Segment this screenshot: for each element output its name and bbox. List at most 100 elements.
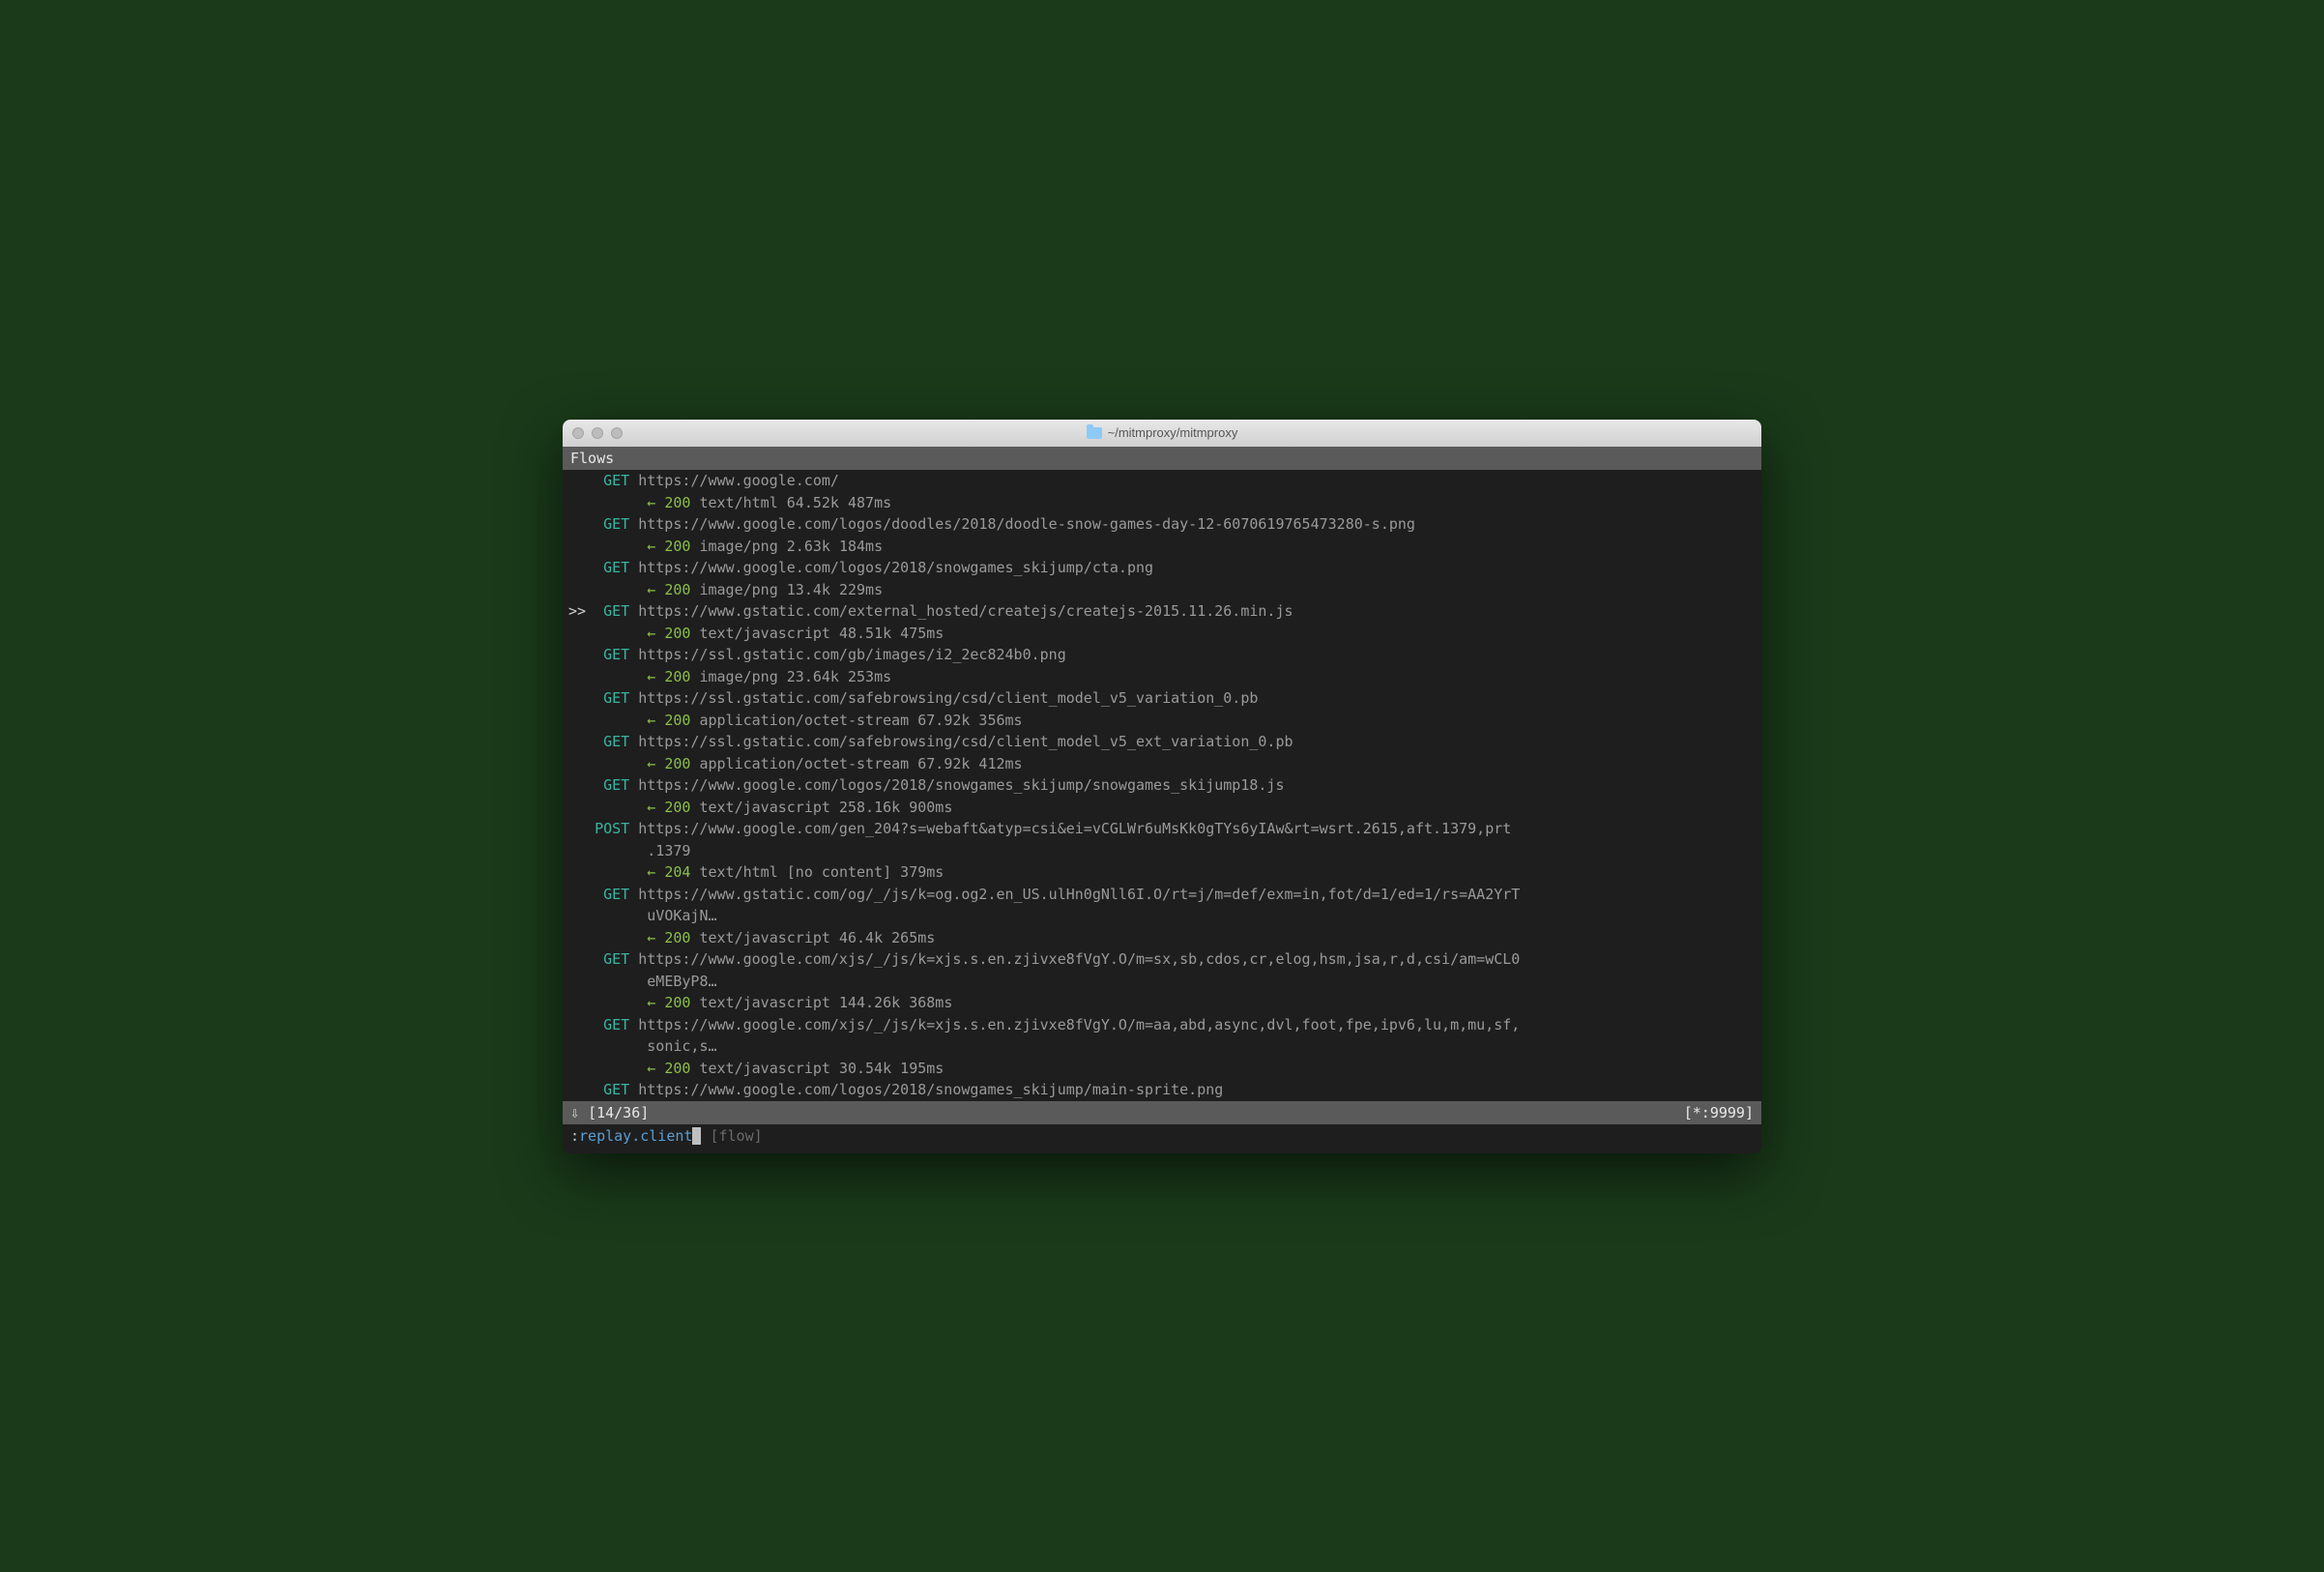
command-hint: [flow] <box>710 1125 762 1148</box>
flow-row[interactable]: GEThttps://www.gstatic.com/og/_/js/k=og.… <box>563 884 1761 949</box>
response-meta: image/png 13.4k 229ms <box>690 581 883 598</box>
http-method: GET <box>595 600 638 623</box>
request-url: https://www.google.com/ <box>638 470 1756 492</box>
scroll-down-icon: ⇩ <box>570 1102 579 1124</box>
flow-row[interactable]: GEThttps://www.google.com/logos/2018/sno… <box>563 1079 1761 1101</box>
response-status: 200 <box>664 712 690 729</box>
response-line: ← 204 text/html [no content] 379ms <box>568 861 1756 884</box>
response-line: ← 200 application/octet-stream 67.92k 35… <box>568 710 1756 732</box>
response-arrow-icon: ← <box>647 863 664 881</box>
response-status: 200 <box>664 625 690 642</box>
request-line: GEThttps://ssl.gstatic.com/safebrowsing/… <box>568 731 1756 753</box>
http-method: GET <box>595 774 638 797</box>
response-arrow-icon: ← <box>647 712 664 729</box>
http-method: GET <box>595 470 638 492</box>
response-arrow-icon: ← <box>647 929 664 946</box>
http-method: GET <box>595 884 638 906</box>
request-url-continuation: uVOKajN… <box>568 905 1756 927</box>
http-method: GET <box>595 513 638 536</box>
response-meta: application/octet-stream 67.92k 356ms <box>690 712 1022 729</box>
response-line: ← 200 application/octet-stream 67.92k 41… <box>568 753 1756 775</box>
response-meta: application/octet-stream 67.92k 412ms <box>690 755 1022 772</box>
response-line: ← 200 text/javascript 30.54k 195ms <box>568 1058 1756 1080</box>
response-status: 200 <box>664 994 690 1011</box>
response-arrow-icon: ← <box>647 994 664 1011</box>
title-path: ~/mitmproxy/mitmproxy <box>1108 425 1238 440</box>
response-meta: text/html [no content] 379ms <box>690 863 944 881</box>
response-status: 200 <box>664 581 690 598</box>
request-url: https://ssl.gstatic.com/gb/images/i2_2ec… <box>638 644 1756 666</box>
flow-row[interactable]: GEThttps://www.google.com/ ← 200 text/htm… <box>563 470 1761 513</box>
folder-icon <box>1087 427 1102 439</box>
flows-header: Flows <box>563 447 1761 471</box>
status-bar: ⇩ [14/36] [*:9999] <box>563 1101 1761 1125</box>
flow-row[interactable]: GEThttps://www.google.com/logos/doodles/… <box>563 513 1761 557</box>
request-line: POSThttps://www.google.com/gen_204?s=web… <box>568 818 1756 840</box>
http-method: GET <box>595 731 638 753</box>
response-arrow-icon: ← <box>647 668 664 685</box>
flow-row[interactable]: GEThttps://www.google.com/logos/2018/sno… <box>563 774 1761 818</box>
request-line: GEThttps://www.google.com/logos/2018/sno… <box>568 557 1756 579</box>
request-line: GEThttps://www.gstatic.com/og/_/js/k=og.… <box>568 884 1756 906</box>
response-line: ← 200 text/javascript 48.51k 475ms <box>568 623 1756 645</box>
response-line: ← 200 text/javascript 258.16k 900ms <box>568 797 1756 819</box>
response-arrow-icon: ← <box>647 755 664 772</box>
request-url-continuation: .1379 <box>568 840 1756 862</box>
flow-row[interactable]: GEThttps://www.google.com/xjs/_/js/k=xjs… <box>563 948 1761 1014</box>
response-arrow-icon: ← <box>647 799 664 816</box>
response-status: 200 <box>664 494 690 511</box>
http-method: GET <box>595 1014 638 1036</box>
response-meta: text/html 64.52k 487ms <box>690 494 891 511</box>
request-line: GEThttps://www.google.com/logos/doodles/… <box>568 513 1756 536</box>
request-line: GEThttps://www.google.com/xjs/_/js/k=xjs… <box>568 948 1756 971</box>
minimize-icon[interactable] <box>592 427 603 439</box>
close-icon[interactable] <box>572 427 584 439</box>
cursor-icon <box>692 1127 701 1145</box>
response-meta: image/png 2.63k 184ms <box>690 538 883 555</box>
response-arrow-icon: ← <box>647 494 664 511</box>
request-url: https://www.gstatic.com/og/_/js/k=og.og2… <box>638 884 1756 906</box>
titlebar: ~/mitmproxy/mitmproxy <box>563 420 1761 447</box>
response-status: 200 <box>664 929 690 946</box>
response-line: ← 200 image/png 23.64k 253ms <box>568 666 1756 688</box>
request-url: https://www.gstatic.com/external_hosted/… <box>638 600 1756 623</box>
response-meta: text/javascript 46.4k 265ms <box>690 929 935 946</box>
flow-row[interactable]: GEThttps://ssl.gstatic.com/safebrowsing/… <box>563 731 1761 774</box>
request-url: https://www.google.com/xjs/_/js/k=xjs.s.… <box>638 948 1756 971</box>
response-status: 204 <box>664 863 690 881</box>
request-url-continuation: eMEByP8… <box>568 971 1756 993</box>
command-line[interactable]: : replay.client [flow] <box>563 1124 1761 1153</box>
flow-row[interactable]: GEThttps://ssl.gstatic.com/gb/images/i2_… <box>563 644 1761 687</box>
request-line: GEThttps://www.google.com/xjs/_/js/k=xjs… <box>568 1014 1756 1036</box>
http-method: GET <box>595 948 638 971</box>
status-left: ⇩ [14/36] <box>570 1102 649 1124</box>
response-meta: text/javascript 30.54k 195ms <box>690 1060 944 1077</box>
http-method: GET <box>595 1079 638 1101</box>
response-arrow-icon: ← <box>647 581 664 598</box>
flow-list[interactable]: GEThttps://www.google.com/← 200 text/htm… <box>563 470 1761 1101</box>
listen-address: [*:9999] <box>1684 1102 1754 1124</box>
flow-row[interactable]: GEThttps://www.google.com/logos/2018/sno… <box>563 557 1761 600</box>
response-line: ← 200 image/png 13.4k 229ms <box>568 579 1756 601</box>
request-line: GEThttps://www.google.com/logos/2018/sno… <box>568 774 1756 797</box>
flow-row[interactable]: GEThttps://www.google.com/xjs/_/js/k=xjs… <box>563 1014 1761 1080</box>
flow-row[interactable]: GEThttps://ssl.gstatic.com/safebrowsing/… <box>563 687 1761 731</box>
command-text: replay.client <box>579 1125 692 1148</box>
request-line: >>GEThttps://www.gstatic.com/external_ho… <box>568 600 1756 623</box>
request-url: https://www.google.com/logos/doodles/201… <box>638 513 1756 536</box>
response-line: ← 200 text/javascript 144.26k 368ms <box>568 992 1756 1014</box>
request-line: GEThttps://www.google.com/ <box>568 470 1756 492</box>
response-meta: text/javascript 48.51k 475ms <box>690 625 944 642</box>
zoom-icon[interactable] <box>611 427 623 439</box>
flows-label: Flows <box>570 450 614 467</box>
response-status: 200 <box>664 538 690 555</box>
flow-row[interactable]: >>GEThttps://www.gstatic.com/external_ho… <box>563 600 1761 644</box>
http-method: POST <box>595 818 638 840</box>
command-prompt: : <box>570 1125 579 1148</box>
request-url: https://www.google.com/xjs/_/js/k=xjs.s.… <box>638 1014 1756 1036</box>
terminal-body[interactable]: Flows GEThttps://www.google.com/← 200 te… <box>563 447 1761 1153</box>
response-status: 200 <box>664 1060 690 1077</box>
terminal-window: ~/mitmproxy/mitmproxy Flows GEThttps://w… <box>563 420 1761 1153</box>
flow-row[interactable]: POSThttps://www.google.com/gen_204?s=web… <box>563 818 1761 884</box>
response-line: ← 200 text/javascript 46.4k 265ms <box>568 927 1756 949</box>
